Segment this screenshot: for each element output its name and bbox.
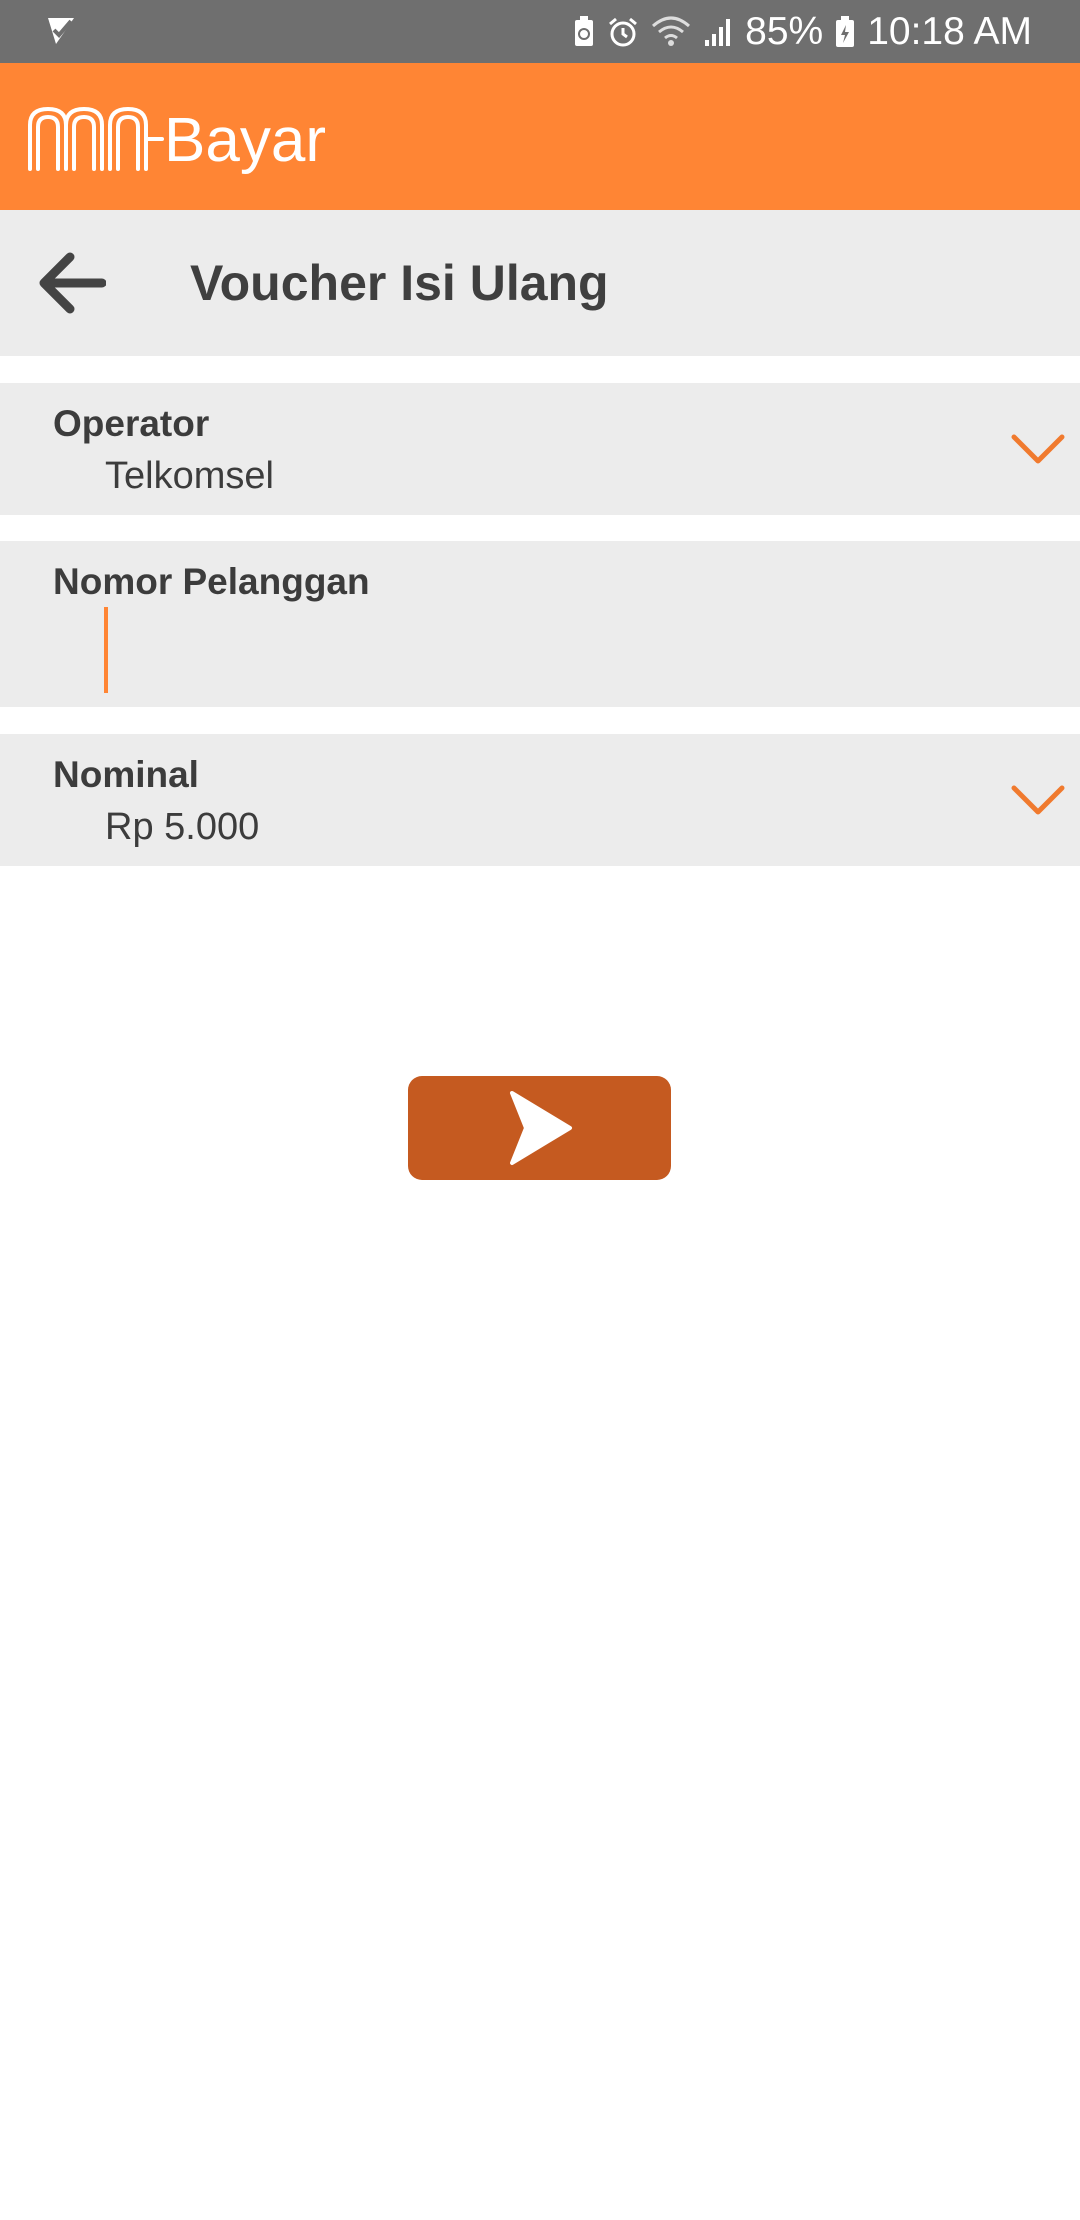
signal-icon [703,16,733,48]
chevron-down-icon [1011,434,1065,464]
customer-number-label: Nomor Pelanggan [53,561,370,602]
operator-dropdown[interactable]: Operator Telkomsel [0,383,1080,515]
battery-percentage: 85% [745,9,824,53]
notification-icon [44,14,78,48]
chevron-right-icon [509,1091,572,1165]
clock: 10:18 AM [867,9,1032,53]
app-header: Bayar [0,63,1080,210]
operator-label: Operator [53,403,210,444]
back-button[interactable] [32,246,112,320]
operator-value: Telkomsel [105,455,274,497]
chevron-down-icon [1011,785,1065,815]
screen: 85% 10:18 AM Bayar Voucher Isi Ulang Ope… [0,0,1080,2220]
customer-number-field[interactable]: Nomor Pelanggan [0,541,1080,707]
nominal-value: Rp 5.000 [105,806,260,848]
battery-charging-icon [835,15,855,48]
alarm-icon [607,16,639,48]
nominal-label: Nominal [53,754,199,795]
battery-saver-icon [573,15,595,48]
customer-number-input[interactable] [100,605,1040,695]
next-button[interactable] [408,1076,671,1180]
page-title: Voucher Isi Ulang [190,255,609,311]
status-icons: 85% 10:18 AM [573,0,1032,63]
toolbar: Voucher Isi Ulang [0,210,1080,356]
status-bar: 85% 10:18 AM [0,0,1080,63]
nominal-dropdown[interactable]: Nominal Rp 5.000 [0,734,1080,866]
svg-text:Bayar: Bayar [164,106,326,175]
mbayar-logo: Bayar [26,99,396,177]
wifi-icon [651,16,691,48]
arrow-left-icon [39,252,106,314]
